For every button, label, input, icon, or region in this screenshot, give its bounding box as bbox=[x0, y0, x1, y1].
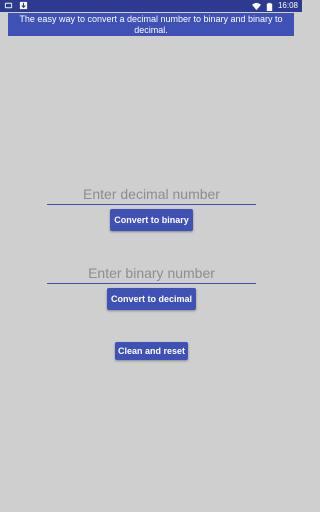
decimal-field bbox=[47, 184, 256, 205]
binary-field bbox=[47, 263, 256, 284]
binary-input[interactable] bbox=[47, 263, 256, 283]
header-banner: The easy way to convert a decimal number… bbox=[8, 13, 294, 36]
convert-to-binary-button[interactable]: Convert to binary bbox=[110, 209, 193, 231]
status-time: 16:08 bbox=[277, 1, 298, 10]
battery-icon bbox=[266, 2, 273, 11]
wifi-icon bbox=[251, 2, 261, 10]
clean-and-reset-button[interactable]: Clean and reset bbox=[115, 342, 188, 360]
notification-icon bbox=[4, 2, 13, 9]
status-bar: 16:08 bbox=[0, 0, 302, 12]
decimal-input[interactable] bbox=[47, 184, 256, 204]
download-icon bbox=[19, 1, 28, 10]
status-right: 16:08 bbox=[251, 1, 298, 11]
convert-to-decimal-button[interactable]: Convert to decimal bbox=[107, 288, 196, 310]
status-left bbox=[4, 1, 28, 10]
